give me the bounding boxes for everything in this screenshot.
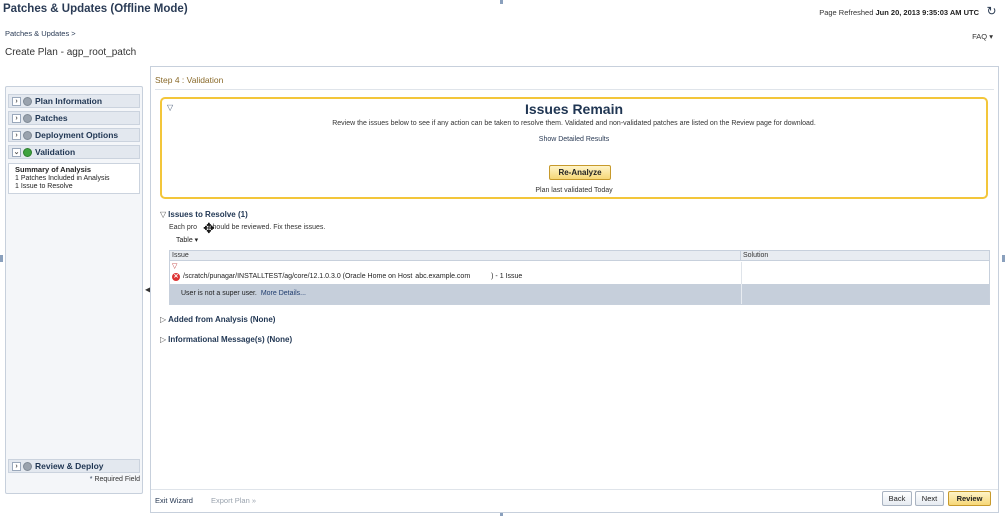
issue-count: ) - 1 Issue — [491, 273, 523, 280]
informational-messages-header[interactable]: ▷ Informational Message(s) (None) — [160, 335, 292, 344]
step-complete-icon — [23, 148, 32, 158]
sidebar-item-plan-information[interactable]: › Plan Information — [8, 94, 140, 108]
review-button[interactable]: Review — [948, 491, 991, 506]
sidebar-item-validation[interactable]: ⌄ Validation — [8, 145, 140, 159]
step-status-icon — [23, 97, 32, 107]
issues-remain-description: Review the issues below to see if any ac… — [332, 120, 816, 127]
main-panel: Step 4 : Validation ▽ Issues Remain Revi… — [150, 66, 999, 513]
refresh-time: Jun 20, 2013 9:35:03 AM UTC — [875, 8, 979, 17]
page-title: Patches & Updates (Offline Mode) — [3, 3, 188, 15]
table-view-menu[interactable]: Table ▾ — [176, 236, 198, 244]
divider — [151, 489, 998, 490]
step-status-icon — [23, 462, 32, 472]
issues-remain-title: Issues Remain — [524, 101, 624, 117]
column-divider — [741, 284, 742, 304]
required-marker: * — [89, 476, 93, 483]
chevron-right-icon[interactable]: › — [12, 131, 21, 141]
host-name: abc.example.com — [415, 273, 471, 280]
page-refreshed-status: Page Refreshed Jun 20, 2013 9:35:03 AM U… — [819, 8, 979, 17]
column-divider — [741, 262, 742, 284]
table-row-detail[interactable]: User is not a super user. More Details..… — [170, 284, 989, 304]
oracle-home-path: /scratch/punagar/INSTALLTEST/ag/core/12.… — [183, 273, 522, 280]
issue-detail: User is not a super user. More Details..… — [181, 290, 306, 297]
refresh-label: Page Refreshed — [819, 8, 874, 17]
show-detailed-results-link[interactable]: Show Detailed Results — [162, 136, 986, 143]
sidebar-item-label: Patches — [35, 113, 68, 123]
export-plan-link[interactable]: Export Plan » — [211, 496, 256, 505]
breadcrumb[interactable]: Patches & Updates > — [5, 29, 76, 38]
refresh-icon[interactable]: ↻ — [985, 5, 998, 18]
oracle-home-path-text: /scratch/punagar/INSTALLTEST/ag/core/12.… — [183, 273, 413, 280]
expand-toggle-icon[interactable]: ▷ — [160, 335, 166, 344]
issues-description-start: Each pro — [169, 224, 198, 231]
divider — [155, 89, 994, 90]
analysis-summary: Summary of Analysis 1 Patches Included i… — [8, 163, 140, 194]
issues-to-resolve-header[interactable]: ▽ Issues to Resolve (1) — [160, 210, 248, 219]
column-header-solution[interactable]: Solution — [741, 251, 989, 261]
sidebar-item-label: Deployment Options — [35, 130, 119, 140]
step-status-icon — [23, 131, 32, 141]
step-title: Step 4 : Validation — [155, 75, 224, 85]
sidebar-item-deployment-options[interactable]: › Deployment Options — [8, 128, 140, 142]
section-title: Added from Analysis (None) — [168, 315, 276, 324]
issues-table: Issue Solution ▽ ✕ /scratch/punagar/INST… — [169, 250, 990, 305]
back-button[interactable]: Back — [882, 491, 912, 506]
required-field-note: * Required Field — [90, 476, 140, 483]
splitter-handle-left[interactable] — [0, 255, 3, 262]
sidebar-item-review-deploy[interactable]: › Review & Deploy — [8, 459, 140, 473]
mouse-cursor-icon: ✥ — [203, 220, 215, 236]
faq-menu[interactable]: FAQ ▾ — [972, 32, 993, 41]
collapse-toggle-icon[interactable]: ▽ — [160, 210, 166, 219]
section-title: Issues to Resolve (1) — [168, 210, 248, 219]
next-button[interactable]: Next — [915, 491, 944, 506]
chevron-down-icon[interactable]: ⌄ — [12, 148, 21, 158]
issues-description-end: should be reviewed. Fix these issues. — [209, 224, 326, 231]
issues-remain-box: ▽ Issues Remain Review the issues below … — [160, 97, 988, 199]
last-validated-text: Plan last validated Today — [535, 187, 613, 194]
chevron-right-icon[interactable]: › — [12, 462, 21, 472]
sidebar-item-patches[interactable]: › Patches — [8, 111, 140, 125]
re-analyze-button[interactable]: Re-Analyze — [549, 165, 611, 180]
title-bar: Patches & Updates (Offline Mode) Page Re… — [0, 0, 1005, 24]
table-row[interactable]: ▽ ✕ /scratch/punagar/INSTALLTEST/ag/core… — [170, 262, 989, 284]
plan-subtitle: Create Plan - agp_root_patch — [5, 47, 137, 58]
added-from-analysis-header[interactable]: ▷ Added from Analysis (None) — [160, 315, 275, 324]
summary-patches-count: 1 Patches Included in Analysis — [15, 174, 110, 182]
more-details-link[interactable]: More Details... — [261, 290, 306, 297]
required-field-label: Required Field — [94, 476, 140, 483]
sidebar-item-label: Validation — [35, 147, 76, 157]
summary-issues-count: 1 Issue to Resolve — [15, 183, 73, 190]
sidebar-item-label: Plan Information — [35, 96, 103, 106]
splitter-handle-top[interactable] — [500, 0, 503, 4]
expand-toggle-icon[interactable]: ▷ — [160, 315, 166, 324]
summary-title: Summary of Analysis — [15, 165, 91, 174]
column-header-issue[interactable]: Issue — [170, 251, 741, 261]
sidebar-item-label: Review & Deploy — [35, 461, 104, 471]
exit-wizard-link[interactable]: Exit Wizard — [155, 496, 193, 505]
section-title: Informational Message(s) (None) — [168, 335, 293, 344]
wizard-sidebar: › Plan Information › Patches › Deployment O… — [5, 86, 143, 494]
error-icon: ✕ — [172, 273, 180, 281]
row-collapse-icon[interactable]: ▽ — [172, 262, 177, 270]
step-status-icon — [23, 114, 32, 124]
issues-description: Each pro should be reviewed. Fix these is… — [169, 224, 325, 231]
issue-detail-text: User is not a super user. — [181, 290, 257, 297]
chevron-right-icon[interactable]: › — [12, 97, 21, 107]
chevron-right-icon[interactable]: › — [12, 114, 21, 124]
